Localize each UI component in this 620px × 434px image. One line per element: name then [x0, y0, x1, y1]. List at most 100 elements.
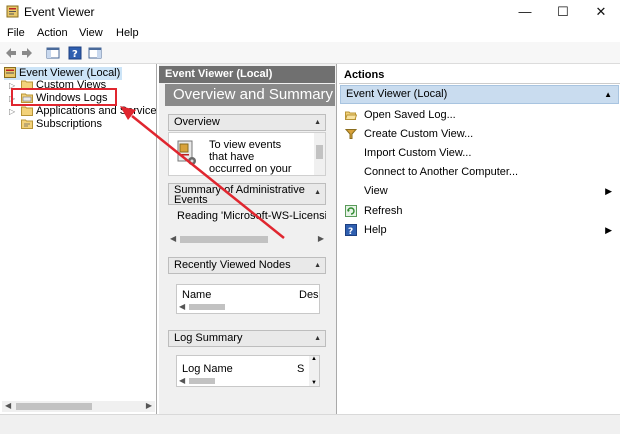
- expand-chevron-icon[interactable]: ▷: [9, 107, 15, 116]
- help-icon[interactable]: ?: [68, 46, 82, 60]
- tree-item-custom-views[interactable]: Custom Views: [21, 79, 106, 92]
- column-header-size[interactable]: S: [297, 363, 304, 375]
- menu-view[interactable]: View: [79, 27, 103, 39]
- log-summary-section-header[interactable]: Log Summary ▲: [168, 330, 326, 347]
- collapse-icon[interactable]: ▲: [604, 86, 612, 103]
- console-tree: Event Viewer (Local) ▷ Custom Views ▷ Wi…: [0, 64, 157, 414]
- overview-text-line: To view events: [209, 139, 282, 151]
- collapse-icon[interactable]: ▲: [314, 188, 321, 198]
- scroll-up-icon[interactable]: ▲: [311, 356, 317, 362]
- overview-banner: Overview and Summary: [165, 84, 335, 106]
- results-pane: Event Viewer (Local) Overview and Summar…: [159, 64, 337, 414]
- log-summary-list: Log Name S ▲ ▼ ◀: [176, 355, 320, 387]
- scroll-thumb[interactable]: [16, 403, 92, 410]
- expand-chevron-icon[interactable]: ▷: [9, 81, 15, 90]
- svg-text:?: ?: [348, 227, 353, 236]
- action-label: Open Saved Log...: [364, 109, 456, 121]
- section-title: Log Summary: [174, 332, 243, 344]
- action-view[interactable]: View ▶: [339, 182, 620, 200]
- tree-item-label: Subscriptions: [36, 118, 103, 130]
- action-label: Connect to Another Computer...: [364, 166, 519, 178]
- submenu-arrow-icon: ▶: [605, 186, 612, 196]
- summary-section-header[interactable]: Summary of Administrative Events ▲: [168, 183, 326, 205]
- tree-item-label: Event Viewer (Local): [19, 67, 121, 79]
- results-pane-header: Event Viewer (Local): [159, 66, 335, 83]
- minimize-button[interactable]: —: [506, 0, 544, 24]
- collapse-icon[interactable]: ▲: [314, 258, 321, 273]
- event-viewer-icon: [4, 67, 16, 78]
- overview-section-header[interactable]: Overview ▲: [168, 114, 326, 131]
- submenu-arrow-icon: ▶: [605, 225, 612, 235]
- tree-item-applications-and-services-logs[interactable]: Applications and Services Logs: [21, 105, 157, 118]
- recent-nodes-section-body: Name Des ◀: [168, 275, 326, 321]
- summary-section-body: Reading 'Microsoft-WS-Licensing ◀ ▶: [168, 206, 326, 250]
- scroll-thumb[interactable]: [180, 236, 268, 243]
- overview-text-line: occurred on your: [209, 163, 292, 175]
- action-create-custom-view[interactable]: Create Custom View...: [339, 125, 620, 143]
- tree-item-windows-logs[interactable]: Windows Logs: [21, 92, 108, 105]
- log-summary-horizontal-scrollbar[interactable]: ◀: [177, 376, 309, 386]
- scroll-left-icon[interactable]: ◀: [5, 401, 11, 410]
- actions-pane-header: Actions: [339, 67, 620, 84]
- summary-status-text: Reading 'Microsoft-WS-Licensing: [177, 210, 326, 222]
- summary-horizontal-scrollbar[interactable]: ◀ ▶: [168, 234, 326, 245]
- tree-item-subscriptions[interactable]: Subscriptions: [21, 118, 102, 131]
- scroll-right-icon[interactable]: ▶: [146, 401, 152, 410]
- scroll-right-icon[interactable]: ▶: [318, 234, 324, 243]
- section-title: Summary of Administrative Events: [174, 184, 305, 205]
- action-connect-to-another-computer[interactable]: Connect to Another Computer...: [339, 163, 620, 181]
- event-log-illustration-icon: [177, 140, 196, 165]
- toolbar: ?: [0, 42, 620, 64]
- action-refresh[interactable]: Refresh: [339, 202, 620, 220]
- menu-action[interactable]: Action: [37, 27, 68, 39]
- scroll-left-icon[interactable]: ◀: [179, 376, 185, 385]
- maximize-button[interactable]: ☐: [544, 0, 582, 24]
- column-header-description[interactable]: Des: [299, 289, 319, 301]
- scroll-thumb[interactable]: [189, 378, 215, 384]
- scroll-left-icon[interactable]: ◀: [170, 234, 176, 243]
- title-bar: Event Viewer — ☐ ✕: [0, 0, 620, 24]
- actions-pane: Actions Event Viewer (Local) ▲ Open Save…: [339, 64, 620, 414]
- show-hide-console-tree-icon[interactable]: [46, 46, 60, 60]
- show-hide-action-pane-icon[interactable]: [88, 46, 102, 60]
- expand-chevron-icon[interactable]: ▷: [9, 94, 15, 103]
- menu-help[interactable]: Help: [116, 27, 139, 39]
- subscriptions-icon: [21, 119, 33, 129]
- scroll-down-icon[interactable]: ▼: [311, 380, 317, 386]
- menu-file[interactable]: File: [7, 27, 25, 39]
- collapse-icon[interactable]: ▲: [314, 331, 321, 346]
- log-summary-section-body: Log Name S ▲ ▼ ◀: [168, 348, 326, 394]
- back-icon[interactable]: [4, 46, 18, 60]
- scroll-thumb[interactable]: [189, 304, 225, 310]
- action-label: Refresh: [364, 205, 403, 217]
- section-title: Overview: [174, 116, 220, 128]
- action-label: Create Custom View...: [364, 128, 474, 140]
- window-title: Event Viewer: [24, 5, 95, 19]
- recent-nodes-section-header[interactable]: Recently Viewed Nodes ▲: [168, 257, 326, 274]
- help-icon: ?: [345, 224, 357, 236]
- column-header-log-name[interactable]: Log Name: [182, 363, 233, 375]
- column-header-name[interactable]: Name: [182, 289, 211, 301]
- overview-text-line: that have: [209, 151, 255, 163]
- tree-item-label: Applications and Services Logs: [36, 105, 157, 117]
- action-open-saved-log[interactable]: Open Saved Log...: [339, 106, 620, 124]
- collapse-icon[interactable]: ▲: [314, 115, 321, 130]
- log-summary-vertical-scrollbar[interactable]: ▲ ▼: [309, 356, 319, 386]
- open-folder-icon: [345, 111, 357, 120]
- tree-horizontal-scrollbar[interactable]: ◀ ▶: [2, 401, 155, 412]
- close-button[interactable]: ✕: [582, 0, 620, 24]
- folder-icon: [21, 106, 33, 116]
- action-import-custom-view[interactable]: Import Custom View...: [339, 144, 620, 162]
- actions-group-header[interactable]: Event Viewer (Local) ▲: [340, 85, 619, 104]
- tree-item-label: Windows Logs: [36, 92, 108, 104]
- event-viewer-app-icon: [6, 5, 19, 18]
- scroll-left-icon[interactable]: ◀: [179, 302, 185, 311]
- overview-vertical-scrollbar[interactable]: [314, 133, 325, 175]
- folder-icon: [21, 80, 33, 90]
- forward-icon[interactable]: [20, 46, 34, 60]
- scroll-thumb[interactable]: [316, 145, 323, 159]
- section-title: Recently Viewed Nodes: [174, 259, 291, 271]
- recent-horizontal-scrollbar[interactable]: ◀: [177, 302, 319, 312]
- menu-bar: File Action View Help: [0, 24, 620, 42]
- action-help[interactable]: ? Help ▶: [339, 221, 620, 239]
